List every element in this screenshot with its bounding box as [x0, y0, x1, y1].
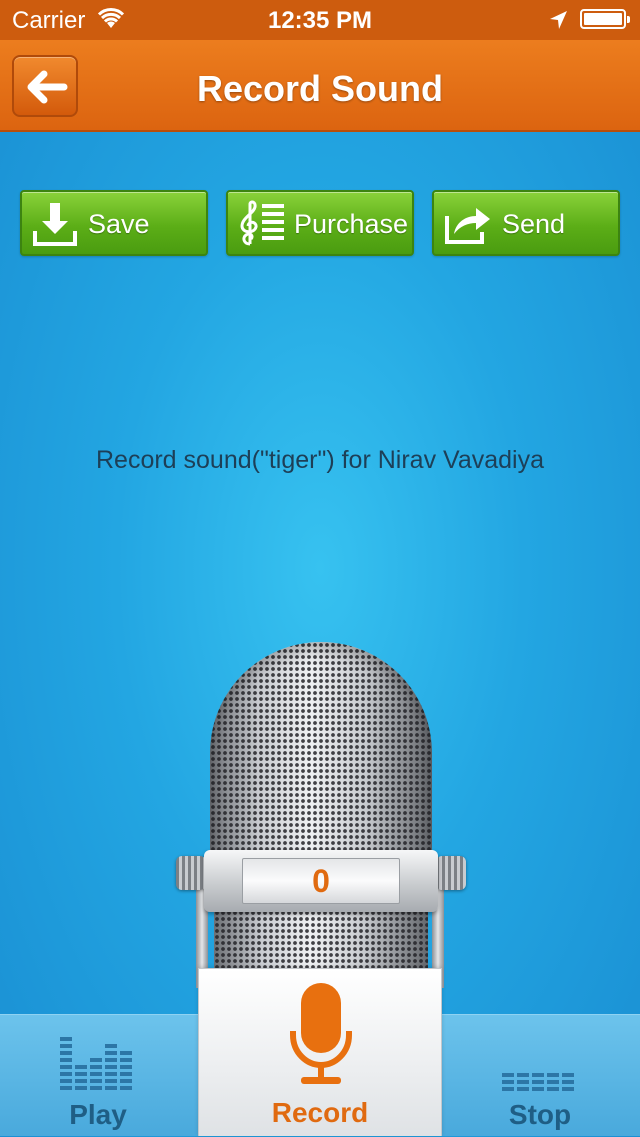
record-counter: 0: [242, 858, 400, 904]
microphone-band: 0: [204, 850, 438, 912]
status-bar: Carrier 12:35 PM: [0, 0, 640, 40]
send-label: Send: [502, 209, 566, 239]
navigation-bar: Record Sound: [0, 40, 640, 132]
location-arrow-icon: [550, 11, 567, 29]
page-title: Record Sound: [196, 68, 443, 109]
mic-knob-right: [436, 856, 466, 890]
music-score-icon: [240, 200, 284, 246]
clock: 12:35 PM: [267, 7, 373, 34]
tab-record-label: Record: [271, 1097, 369, 1128]
tab-play[interactable]: Play: [30, 1015, 166, 1137]
microphone-icon: [290, 983, 352, 1084]
tab-record[interactable]: Record: [198, 968, 442, 1136]
stop-bars-icon: [502, 1073, 574, 1091]
purchase-button[interactable]: Purchase: [226, 190, 414, 256]
purchase-label: Purchase: [294, 209, 409, 239]
save-button[interactable]: Save: [20, 190, 208, 256]
tab-stop-label: Stop: [508, 1099, 572, 1130]
equalizer-icon: [60, 1037, 132, 1090]
tab-stop[interactable]: Stop: [472, 1015, 608, 1137]
save-label: Save: [88, 209, 150, 239]
record-message: Record sound("tiger") for Nirav Vavadiya: [95, 446, 545, 474]
send-button[interactable]: Send: [432, 190, 620, 256]
share-icon: [445, 208, 490, 244]
mic-knob-left: [176, 856, 206, 890]
download-icon: [33, 203, 77, 246]
tab-play-label: Play: [69, 1099, 127, 1130]
battery-icon: [580, 9, 630, 29]
